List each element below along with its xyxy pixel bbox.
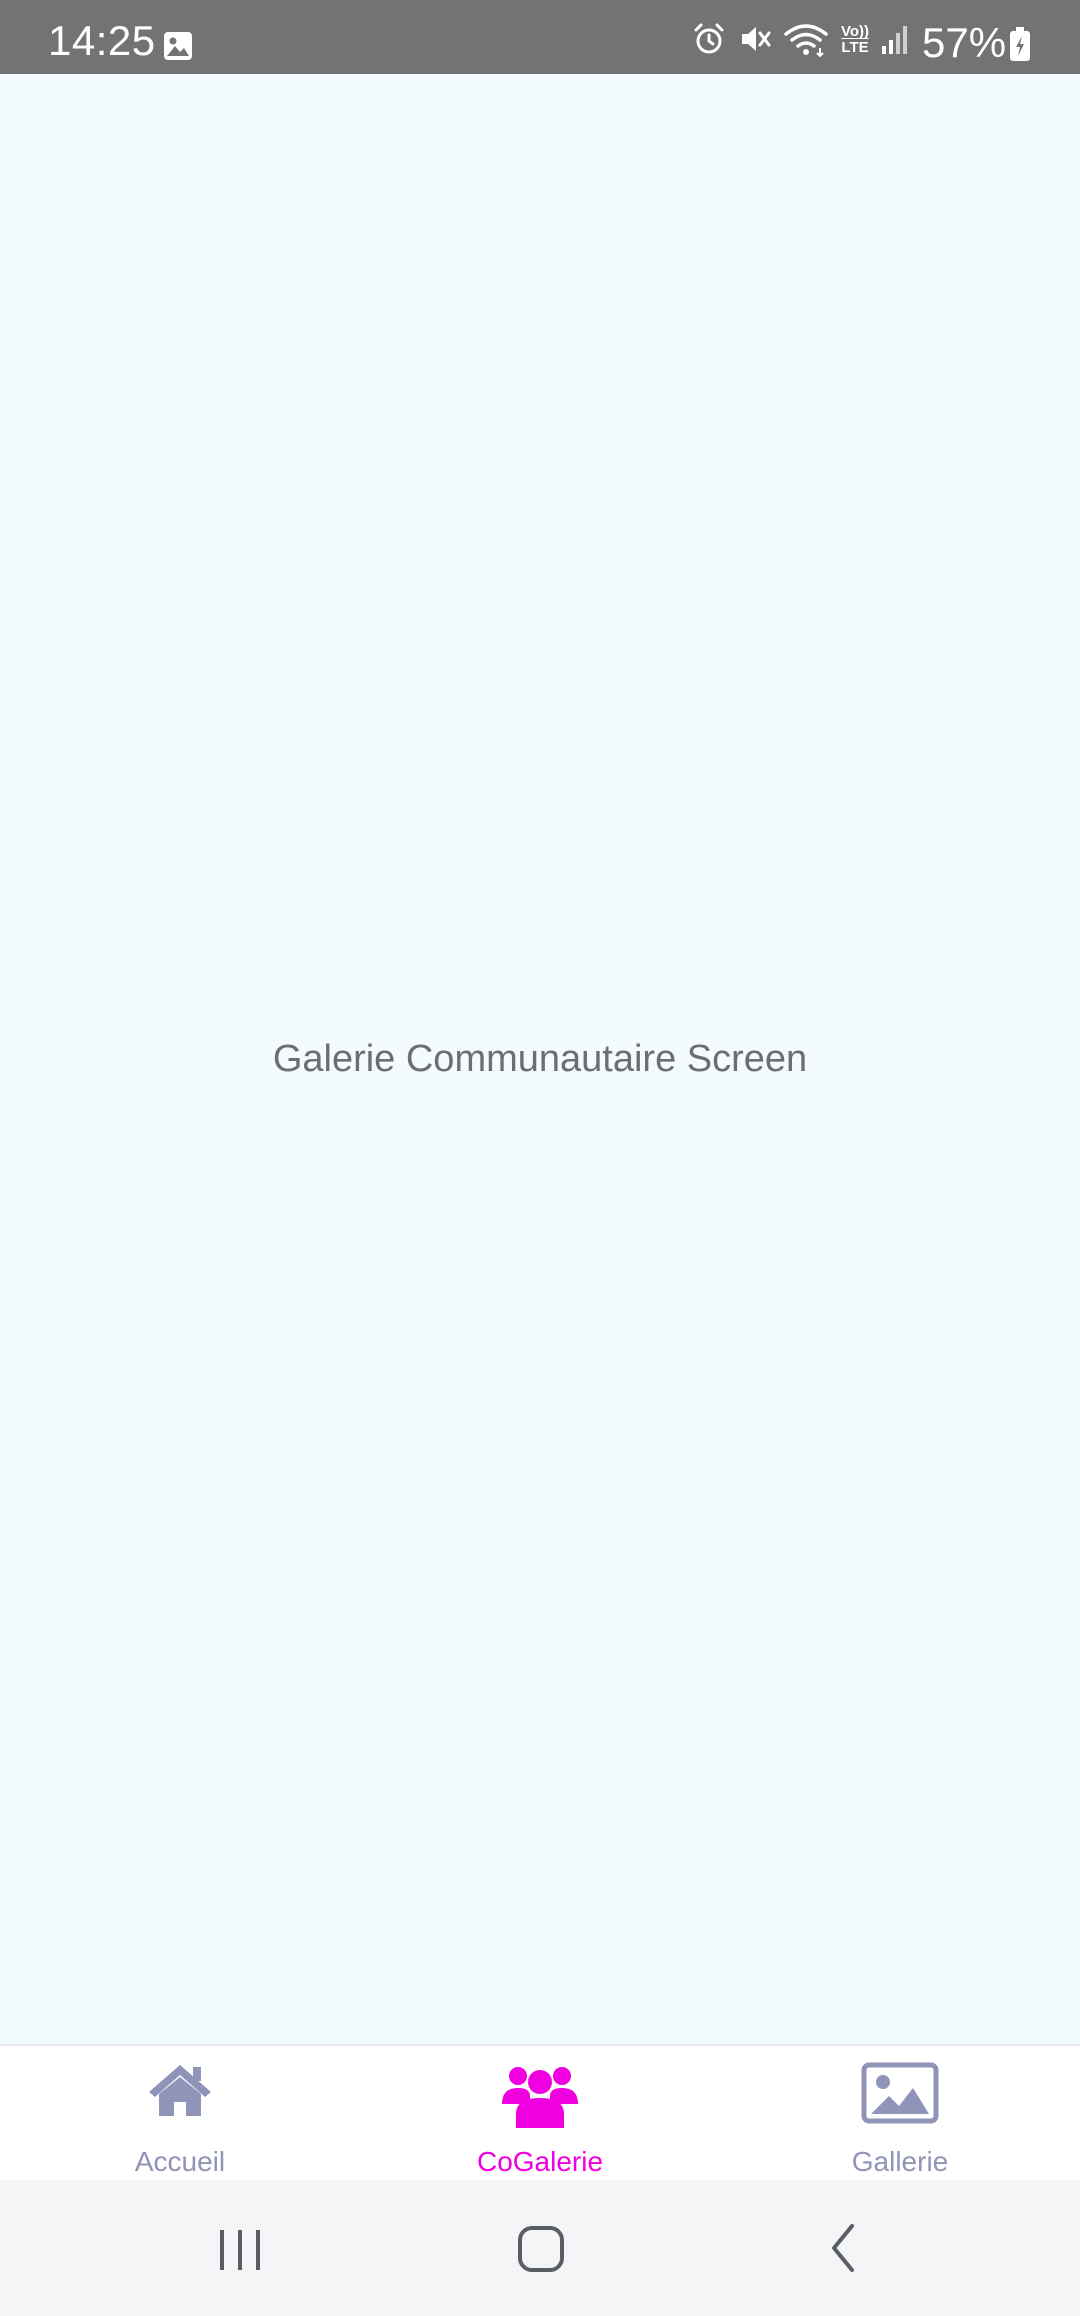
status-time: 14:25: [48, 17, 156, 64]
tab-cogalerie[interactable]: CoGalerie: [360, 2046, 720, 2182]
status-bar: 14:25 Vo)) LTE 57%: [0, 0, 1080, 74]
image-icon: [861, 2062, 939, 2129]
system-nav-bar: [0, 2180, 1080, 2316]
volte-label-bottom: LTE: [841, 39, 869, 56]
battery-icon: [1008, 26, 1032, 67]
tab-gallerie[interactable]: Gallerie: [720, 2046, 1080, 2182]
alarm-icon: [692, 22, 726, 61]
recent-apps-icon[interactable]: [214, 2218, 266, 2283]
volte-label-top: Vo)): [840, 23, 870, 40]
wifi-icon: [782, 22, 830, 63]
screen-title: Galerie Communautaire Screen: [272, 1038, 808, 1080]
users-icon: [500, 2056, 580, 2133]
back-icon[interactable]: [824, 2218, 864, 2283]
battery-percent: 57%: [922, 19, 1007, 66]
home-button-icon[interactable]: [514, 2218, 570, 2283]
gallery-icon: [162, 30, 194, 67]
tab-label: CoGalerie: [476, 2146, 604, 2177]
volte-icon: Vo)) LTE: [836, 24, 874, 56]
home-icon: [147, 2062, 213, 2123]
tab-label: Accueil: [134, 2146, 226, 2177]
main-content: Galerie Communautaire Screen: [0, 74, 1080, 2044]
bottom-tab-bar: Accueil CoGalerie Gallerie: [0, 2044, 1080, 2180]
signal-icon: [880, 22, 912, 61]
tab-label: Gallerie: [851, 2146, 949, 2177]
mute-icon: [738, 22, 772, 61]
tab-accueil[interactable]: Accueil: [0, 2046, 360, 2182]
